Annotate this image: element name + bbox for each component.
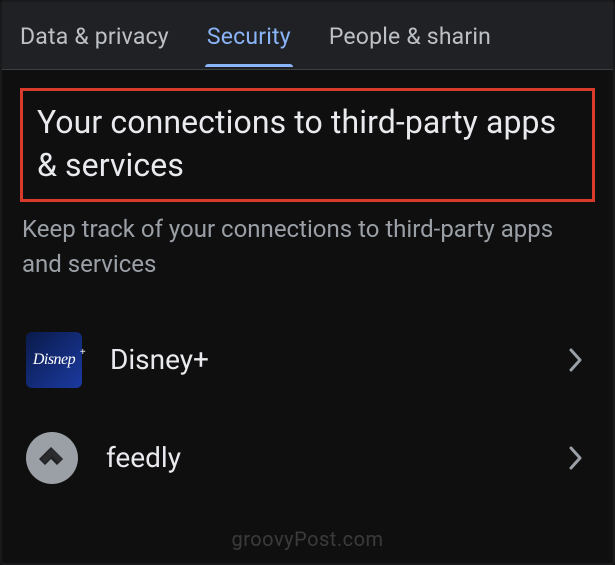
app-item-disney[interactable]: Disnep+ Disney+ [20, 310, 595, 410]
content-area: Your connections to third-party apps & s… [2, 70, 613, 506]
app-item-feedly[interactable]: feedly [20, 410, 595, 506]
watermark: groovyPost.com [231, 527, 383, 551]
chevron-right-icon [569, 446, 583, 470]
app-label: feedly [106, 441, 541, 474]
section-title-highlight: Your connections to third-party apps & s… [20, 88, 595, 202]
section-description: Keep track of your connections to third-… [20, 212, 595, 282]
tab-security[interactable]: Security [197, 5, 301, 66]
section-title: Your connections to third-party apps & s… [37, 101, 578, 187]
app-label: Disney+ [110, 343, 541, 376]
chevron-right-icon [569, 348, 583, 372]
apps-list: Disnep+ Disney+ feedly [20, 310, 595, 506]
tab-bar: Data & privacy Security People & sharin [2, 2, 613, 70]
feedly-icon [26, 432, 78, 484]
tab-people-sharing[interactable]: People & sharin [319, 5, 501, 66]
tab-data-privacy[interactable]: Data & privacy [10, 5, 179, 66]
disney-plus-icon: Disnep+ [26, 332, 82, 388]
